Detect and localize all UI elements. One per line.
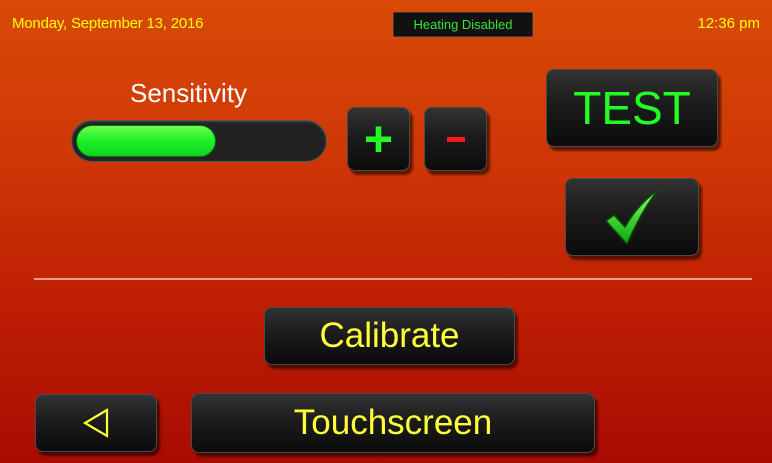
decrease-sensitivity-button[interactable] — [424, 107, 487, 171]
sensitivity-slider[interactable] — [71, 120, 327, 162]
minus-icon — [446, 136, 465, 142]
sensitivity-fill — [76, 125, 216, 157]
date-display: Monday, September 13, 2016 — [12, 15, 204, 32]
section-divider — [34, 278, 752, 280]
touchscreen-button[interactable]: Touchscreen — [191, 393, 595, 453]
calibrate-button[interactable]: Calibrate — [264, 307, 515, 365]
increase-sensitivity-button[interactable]: + — [347, 107, 410, 171]
time-display: 12:36 pm — [697, 15, 760, 32]
confirm-button[interactable] — [565, 178, 699, 256]
test-button[interactable]: TEST — [546, 69, 718, 147]
heating-status-badge: Heating Disabled — [393, 12, 533, 37]
sensitivity-label: Sensitivity — [130, 78, 248, 108]
back-triangle-icon — [82, 408, 109, 438]
checkmark-icon — [605, 189, 659, 245]
back-button[interactable] — [35, 394, 157, 452]
status-bar: Monday, September 13, 2016 Heating Disab… — [0, 0, 772, 38]
